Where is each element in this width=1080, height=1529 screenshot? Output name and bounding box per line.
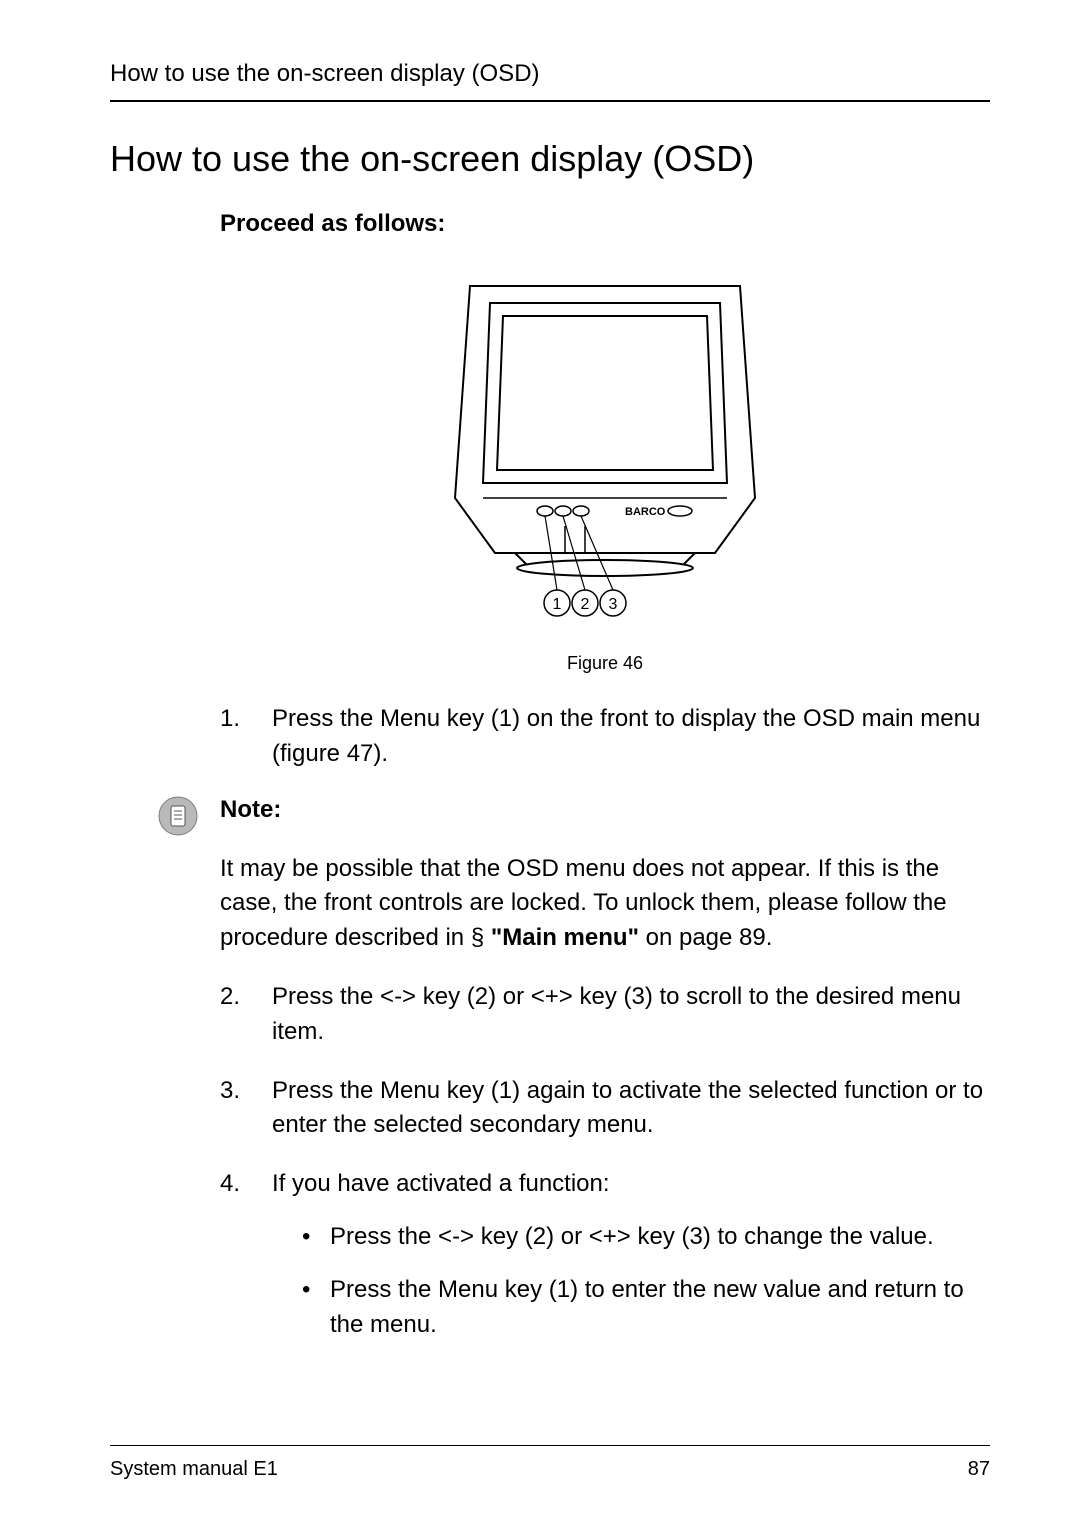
bullet-dot: •	[302, 1220, 316, 1255]
bullet-dot: •	[302, 1273, 316, 1343]
step-number: 1.	[220, 702, 246, 772]
step-text: If you have activated a function: • Pres…	[272, 1167, 990, 1360]
proceed-heading: Proceed as follows:	[220, 210, 990, 238]
footer-page-number: 87	[968, 1458, 990, 1481]
note-label: Note:	[220, 796, 281, 824]
note-icon	[158, 796, 198, 836]
step-text: Press the Menu key (1) again to activate…	[272, 1074, 990, 1144]
callout-3: 3	[609, 596, 618, 613]
callout-2: 2	[581, 596, 590, 613]
step-4: 4. If you have activated a function: • P…	[220, 1167, 990, 1360]
step-2: 2. Press the <-> key (2) or <+> key (3) …	[220, 980, 990, 1050]
step-number: 2.	[220, 980, 246, 1050]
page: How to use the on-screen display (OSD) H…	[0, 0, 1080, 1529]
note-paragraph: It may be possible that the OSD menu doe…	[220, 852, 990, 956]
figure-caption: Figure 46	[220, 653, 990, 674]
step-1: 1. Press the Menu key (1) on the front t…	[220, 702, 990, 772]
bullet-text: Press the <-> key (2) or <+> key (3) to …	[330, 1220, 934, 1255]
step-4-bullet-1: • Press the <-> key (2) or <+> key (3) t…	[272, 1220, 990, 1255]
step-number: 4.	[220, 1167, 246, 1360]
step-text: Press the <-> key (2) or <+> key (3) to …	[272, 980, 990, 1050]
figure-46: BARCO 1 2 3 Figure	[220, 268, 990, 674]
page-footer: System manual E1 87	[110, 1445, 990, 1481]
note-text-b: on page 89.	[639, 924, 772, 951]
step-number: 3.	[220, 1074, 246, 1144]
step-text: Press the Menu key (1) on the front to d…	[272, 702, 990, 772]
footer-left: System manual E1	[110, 1458, 278, 1481]
note-text-bold: "Main menu"	[491, 924, 639, 951]
callout-1: 1	[553, 596, 562, 613]
page-title: How to use the on-screen display (OSD)	[110, 138, 990, 180]
note-block: Note:	[158, 796, 990, 836]
step-3: 3. Press the Menu key (1) again to activ…	[220, 1074, 990, 1144]
step-4-bullet-2: • Press the Menu key (1) to enter the ne…	[272, 1273, 990, 1343]
content-block: Proceed as follows: BARCO	[110, 210, 990, 1360]
brand-label: BARCO	[625, 506, 666, 518]
bullet-text: Press the Menu key (1) to enter the new …	[330, 1273, 990, 1343]
running-head: How to use the on-screen display (OSD)	[110, 60, 990, 102]
step-4-intro: If you have activated a function:	[272, 1167, 990, 1202]
monitor-illustration: BARCO 1 2 3	[415, 268, 795, 628]
